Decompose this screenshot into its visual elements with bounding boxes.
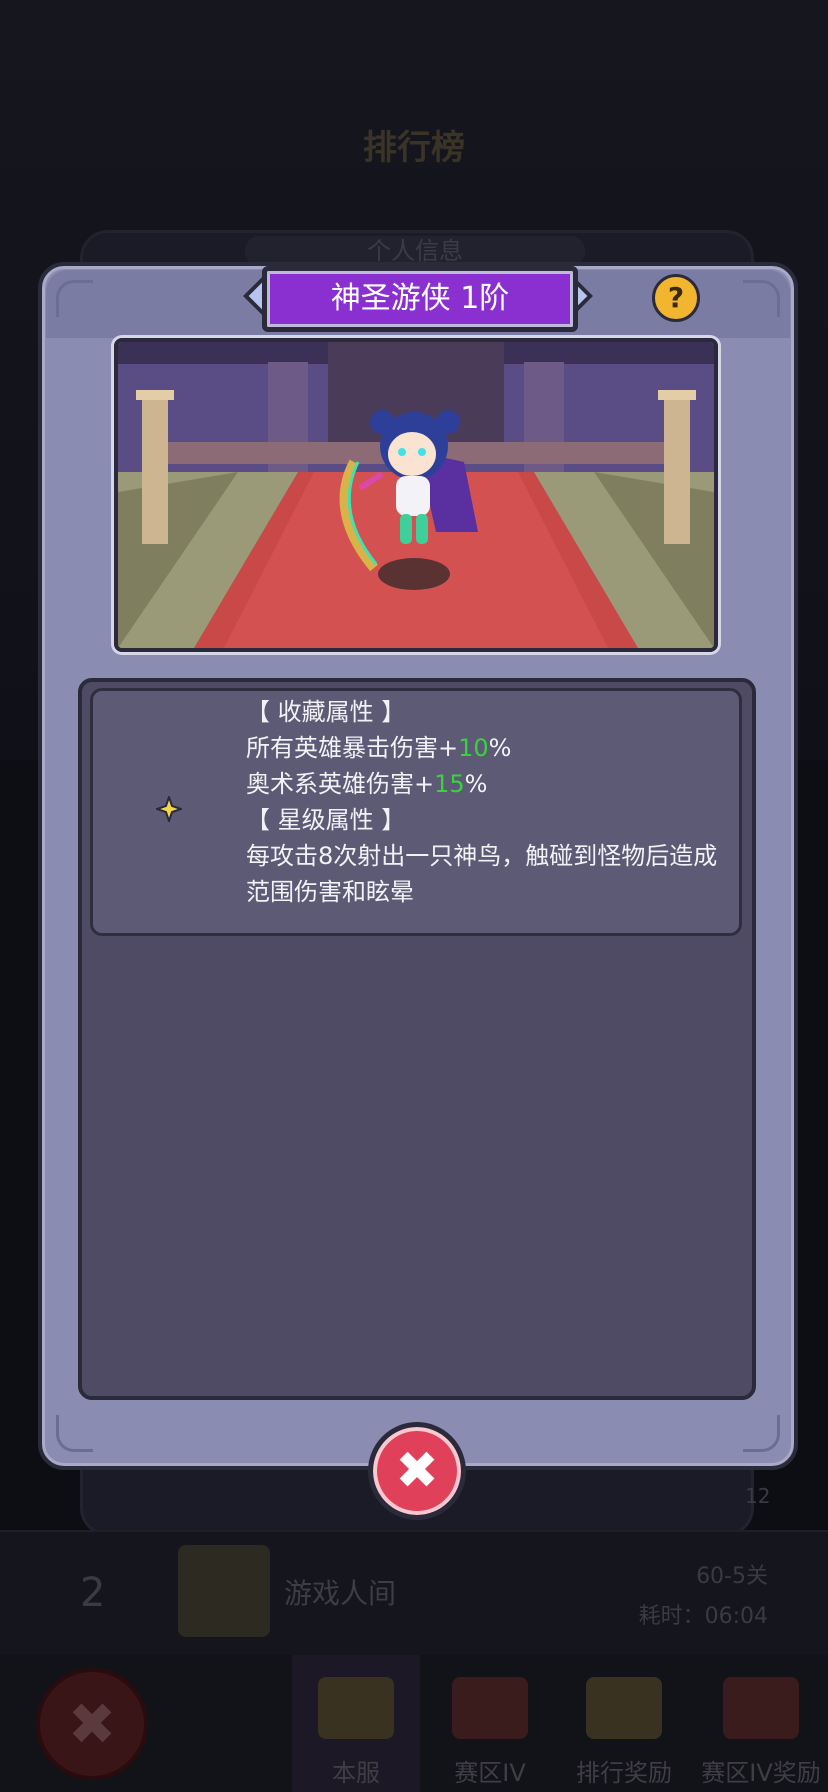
scene-pillar-cap (136, 390, 174, 400)
close-button[interactable]: ✖ (368, 1422, 466, 1520)
close-icon: ✖ (395, 1441, 439, 1501)
hero-leg (400, 514, 412, 544)
attr-value: 15 (434, 770, 465, 798)
shield-crown-icon (452, 1677, 528, 1739)
attr-label: 所有英雄暴击伤害+ (246, 734, 459, 762)
tab-label: 本服 (332, 1759, 380, 1787)
hero-eye (398, 448, 406, 456)
scene-front-pillar (664, 394, 690, 544)
collection-attr-line: 奥术系英雄伤害+15% (246, 766, 726, 802)
hero-hair-bun (370, 410, 394, 434)
hero-hair-bun (436, 410, 460, 434)
background-side-number: 12 (745, 1484, 771, 1508)
background-title: 排行榜 (363, 128, 465, 168)
attribute-text: 【 收藏属性 】 所有英雄暴击伤害+10% 奥术系英雄伤害+15% 【 星级属性… (246, 694, 726, 910)
player-avatar (178, 1545, 270, 1637)
hero-leg (416, 514, 428, 544)
help-button[interactable]: ? (652, 274, 700, 322)
shield-crown-icon (723, 1677, 799, 1739)
rank-row (0, 1530, 828, 1659)
tab-local-server: 本服 (292, 1655, 420, 1792)
rank-number: 2 (80, 1570, 106, 1616)
tab-region: 赛区IV (426, 1655, 554, 1792)
hero-eye (418, 448, 426, 456)
star-attr-header: 【 星级属性 】 (246, 806, 406, 834)
star-sparkle-icon (156, 796, 182, 822)
collection-attr-header: 【 收藏属性 】 (246, 698, 406, 726)
tab-region-rewards: 赛区IV奖励 (694, 1655, 828, 1792)
tab-label: 赛区IV奖励 (701, 1759, 821, 1787)
hero-body (396, 476, 430, 516)
scene-front-pillar (142, 394, 168, 544)
crown-icon (586, 1677, 662, 1739)
crown-icon (318, 1677, 394, 1739)
attr-label: 奥术系英雄伤害+ (246, 770, 435, 798)
tab-label: 赛区IV (454, 1759, 526, 1787)
player-name: 游戏人间 (284, 1577, 397, 1610)
star-attr-description: 每攻击8次射出一只神鸟，触碰到怪物后造成范围伤害和眩晕 (246, 842, 718, 906)
player-time: 耗时：06:04 (638, 1604, 768, 1629)
hero-face (388, 432, 436, 476)
tab-rank-rewards: 排行奖励 (560, 1655, 688, 1792)
hero-scene-illustration (118, 342, 714, 648)
attr-value: 10 (458, 734, 489, 762)
corner-ornament (743, 280, 780, 317)
collection-attr-line: 所有英雄暴击伤害+10% (246, 730, 726, 766)
background-close-icon: ✖ (36, 1668, 148, 1780)
corner-ornament (56, 280, 93, 317)
attr-suffix: % (488, 734, 512, 762)
corner-ornament (56, 1415, 93, 1452)
corner-ornament (743, 1415, 780, 1452)
scene-pillar-cap (658, 390, 696, 400)
hero-shadow (378, 558, 450, 590)
player-stage: 60-5关 (696, 1564, 768, 1589)
attr-suffix: % (464, 770, 488, 798)
modal-title: 神圣游侠 1阶 (262, 266, 578, 332)
tab-label: 排行奖励 (576, 1759, 672, 1787)
hero-scene (114, 338, 718, 652)
